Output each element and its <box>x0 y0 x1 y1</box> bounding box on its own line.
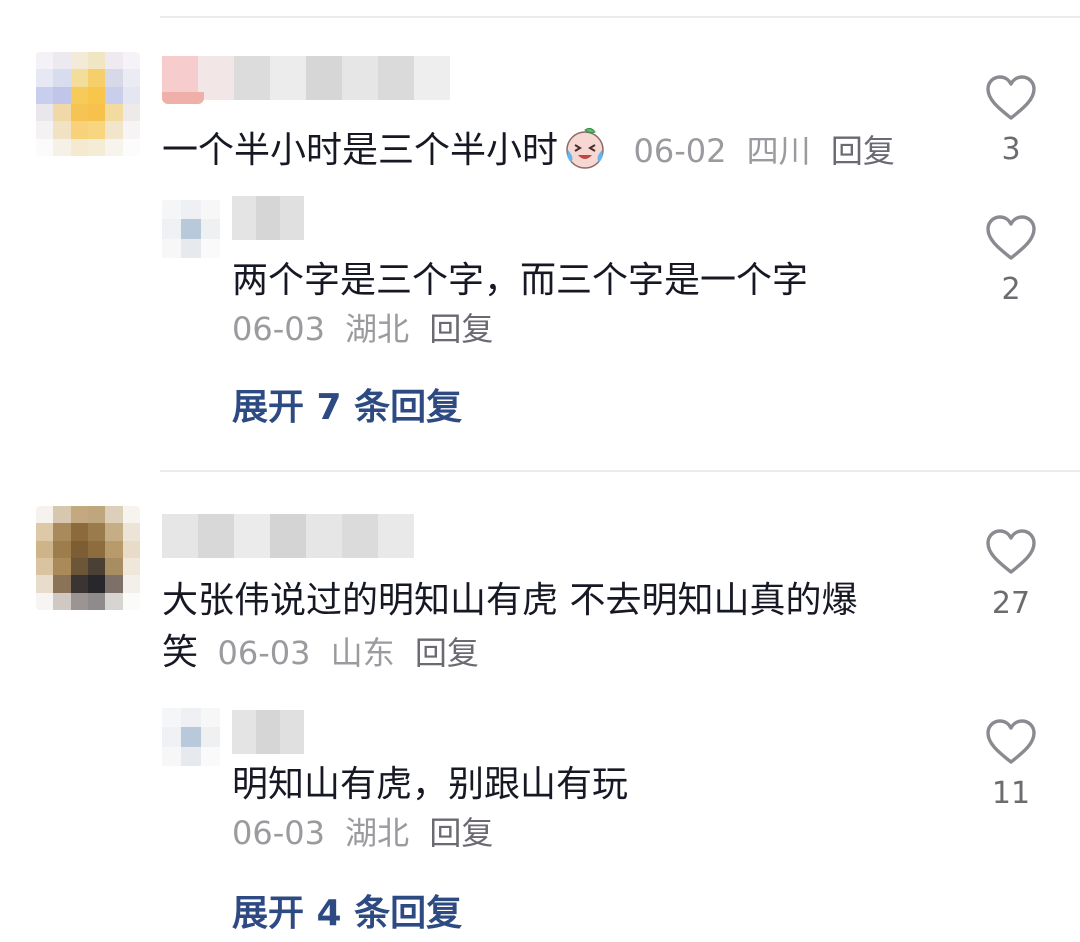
like-count: 11 <box>991 776 1031 811</box>
reply-avatar[interactable] <box>162 708 220 766</box>
like-button[interactable]: 3 <box>980 74 1042 167</box>
reply-text[interactable]: 两个字是三个字，而三个字是一个字 <box>232 256 808 306</box>
reply-avatar[interactable] <box>162 200 220 258</box>
reply-location: 湖北 <box>345 814 410 852</box>
like-count: 27 <box>991 586 1031 621</box>
comment-location: 四川 <box>746 132 811 170</box>
username-blurred[interactable] <box>162 514 414 558</box>
laughing-crying-emoji <box>566 127 604 169</box>
reply-location: 湖北 <box>345 310 410 348</box>
like-button[interactable]: 11 <box>980 718 1042 811</box>
comment-divider <box>160 470 1080 472</box>
comment-date: 06-02 <box>633 132 727 170</box>
heart-outline-icon <box>986 75 1036 120</box>
like-button[interactable]: 2 <box>980 214 1042 307</box>
avatar[interactable] <box>36 52 140 156</box>
reply-button[interactable]: 回复 <box>429 310 493 348</box>
reply-button[interactable]: 回复 <box>429 814 493 852</box>
comment-meta: 06-03 山东 回复 <box>217 634 478 672</box>
comment-text-line-2[interactable]: 笑 06-03 山东 回复 <box>162 628 479 678</box>
reply-meta: 06-03 湖北 回复 <box>232 304 493 354</box>
like-count: 3 <box>1001 132 1021 167</box>
heart-outline-icon <box>986 529 1036 574</box>
reply-button[interactable]: 回复 <box>831 132 895 170</box>
expand-replies-button[interactable]: 展开 4 条回复 <box>232 884 462 936</box>
comment-text-line-1[interactable]: 大张伟说过的明知山有虎 不去明知山真的爆 <box>162 576 857 626</box>
avatar[interactable] <box>36 506 140 610</box>
reply-username-blurred[interactable] <box>232 710 304 754</box>
reply-meta: 06-03 湖北 回复 <box>232 808 493 858</box>
like-count: 2 <box>1001 272 1021 307</box>
like-button[interactable]: 27 <box>980 528 1042 621</box>
comment-location: 山东 <box>330 634 395 672</box>
reply-text[interactable]: 明知山有虎，别跟山有玩 <box>232 760 628 810</box>
comment-date: 06-03 <box>217 634 311 672</box>
reply-date: 06-03 <box>232 814 325 852</box>
user-badge <box>162 92 204 104</box>
reply-date: 06-03 <box>232 310 325 348</box>
heart-outline-icon <box>986 719 1036 764</box>
username-blurred[interactable] <box>162 56 450 100</box>
expand-replies-button[interactable]: 展开 7 条回复 <box>232 378 462 430</box>
comment-text[interactable]: 一个半小时是三个半小时 06-02 四川 回复 <box>162 124 895 176</box>
reply-button[interactable]: 回复 <box>415 634 479 672</box>
heart-outline-icon <box>986 215 1036 260</box>
comment-divider <box>160 16 1080 18</box>
reply-username-blurred[interactable] <box>232 196 304 240</box>
comment-meta: 06-02 四川 回复 <box>633 132 894 170</box>
